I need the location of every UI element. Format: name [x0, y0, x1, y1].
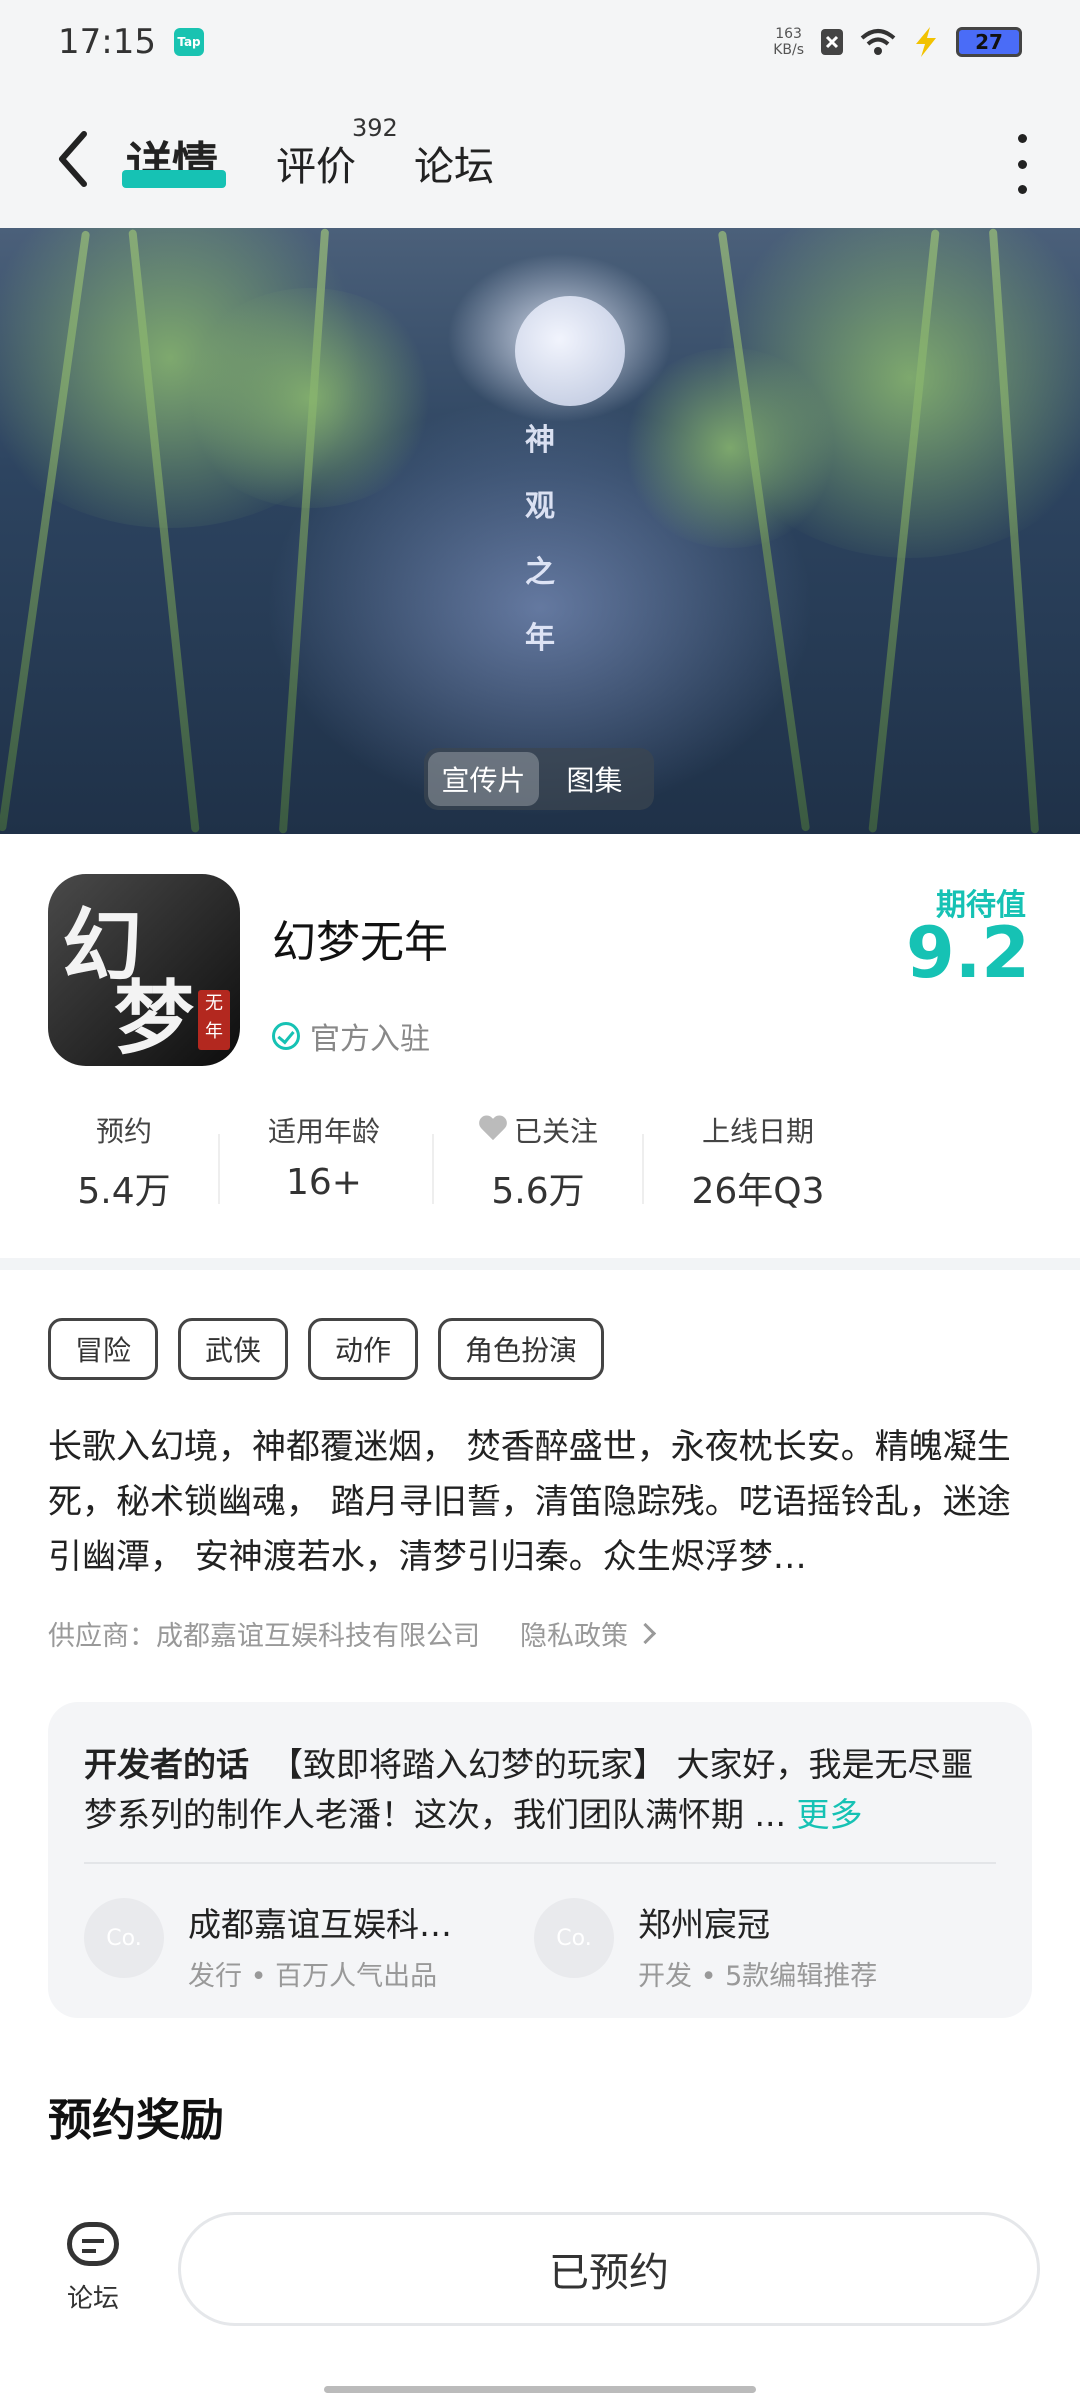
verified-check-icon	[272, 1022, 300, 1050]
supplier-label: 供应商：成都嘉谊互娱科技有限公司	[48, 1621, 480, 1652]
stat-age-rating: 适用年龄 16+	[267, 1115, 380, 1203]
developer-card: 开发者的话 【致即将踏入幻梦的玩家】 大家好，我是无尽噩梦系列的制作人老潘！这次…	[48, 1702, 1032, 2018]
media-switch: 宣传片 图集	[424, 748, 654, 810]
stat-followers[interactable]: 已关注 5.6万	[428, 1110, 648, 1214]
publisher-item[interactable]: Co. 成都嘉谊互娱科… 发行 • 百万人气出品	[84, 1898, 452, 1993]
back-icon[interactable]	[50, 124, 100, 194]
developer-item[interactable]: Co. 郑州宸冠 开发 • 5款编辑推荐	[534, 1898, 877, 1993]
company-name: 成都嘉谊互娱科…	[188, 1905, 452, 1944]
forum-chat-icon	[67, 2222, 119, 2266]
expectation-score: 9.2	[905, 912, 1030, 994]
app-icon: 幻 梦 无年	[48, 874, 240, 1066]
sim-off-icon	[821, 29, 843, 55]
tab-review[interactable]: 评价	[276, 134, 356, 192]
bottom-action-bar: 论坛 已预约	[0, 2188, 1080, 2400]
genre-tags: 冒险 武侠 动作 角色扮演	[48, 1318, 605, 1380]
company-subtitle: 开发 • 5款编辑推荐	[638, 1961, 878, 1992]
tag-adventure[interactable]: 冒险	[48, 1318, 159, 1380]
company-name: 郑州宸冠	[638, 1905, 770, 1944]
reservation-reward-title: 预约奖励	[48, 2095, 224, 2146]
bamboo-leaves	[180, 288, 440, 508]
chevron-right-icon	[634, 1622, 657, 1645]
card-divider	[84, 1862, 996, 1864]
stat-divider	[642, 1134, 644, 1204]
game-description[interactable]: 长歌入幻境，神都覆迷烟， 焚香醉盛世，永夜枕长安。精魄凝生死，秘术锁幽魂， 踏月…	[48, 1420, 1028, 1585]
tag-wuxia[interactable]: 武侠	[178, 1318, 289, 1380]
hero-banner[interactable]: 神 观 之 年 宣传片 图集	[0, 228, 1080, 834]
app-info-card: 幻 梦 无年 幻梦无年 官方入驻 期待值 9.2 预约 5.4万 适用年龄 16…	[0, 834, 1080, 1264]
charging-icon	[916, 27, 936, 57]
active-tab-indicator	[122, 170, 226, 188]
supplier-row: 供应商：成都嘉谊互娱科技有限公司 隐私政策	[48, 1614, 657, 1653]
media-tab-gallery[interactable]: 图集	[539, 752, 650, 806]
company-avatar: Co.	[84, 1898, 164, 1978]
tag-rpg[interactable]: 角色扮演	[438, 1318, 605, 1380]
heart-icon	[478, 1116, 508, 1144]
home-indicator[interactable]	[324, 2386, 756, 2393]
company-avatar: Co.	[534, 1898, 614, 1978]
tab-forum[interactable]: 论坛	[414, 134, 494, 192]
official-badge: 官方入驻	[272, 1014, 430, 1058]
media-tab-trailer[interactable]: 宣传片	[428, 752, 539, 806]
bamboo-leaves	[620, 348, 840, 548]
app-icon-seal: 无年	[198, 990, 230, 1050]
status-bar: 17:15 Tap 163 KB/s 27	[0, 0, 1080, 84]
privacy-policy-link[interactable]: 隐私政策	[520, 1614, 657, 1653]
app-name: 幻梦无年	[272, 917, 448, 968]
section-divider	[0, 1258, 1080, 1270]
wifi-icon	[860, 29, 896, 55]
developer-note[interactable]: 开发者的话 【致即将踏入幻梦的玩家】 大家好，我是无尽噩梦系列的制作人老潘！这次…	[84, 1740, 996, 1840]
more-options-icon[interactable]	[1014, 134, 1030, 194]
status-time: 17:15	[58, 22, 156, 62]
tag-action[interactable]: 动作	[308, 1318, 419, 1380]
company-subtitle: 发行 • 百万人气出品	[188, 1961, 438, 1992]
tap-app-icon: Tap	[173, 28, 204, 56]
top-nav: 详情 评价 392 论坛	[0, 84, 1080, 228]
battery-icon: 27	[956, 27, 1022, 57]
stat-reservations: 预约 5.4万	[77, 1115, 171, 1212]
reserved-button[interactable]: 已预约	[178, 2212, 1040, 2326]
forum-button[interactable]: 论坛	[58, 2222, 128, 2315]
more-link[interactable]: 更多	[796, 1795, 862, 1834]
stat-release-date: 上线日期 26年Q3	[691, 1115, 825, 1212]
review-count-badge: 392	[352, 114, 398, 142]
hero-vertical-title: 神 观 之 年	[525, 423, 555, 656]
stats-row: 预约 5.4万 适用年龄 16+ 已关注 5.6万 上线日期 26年Q3	[0, 1110, 1080, 1230]
network-speed: 163 KB/s	[773, 26, 804, 58]
moon-illustration	[515, 296, 625, 406]
